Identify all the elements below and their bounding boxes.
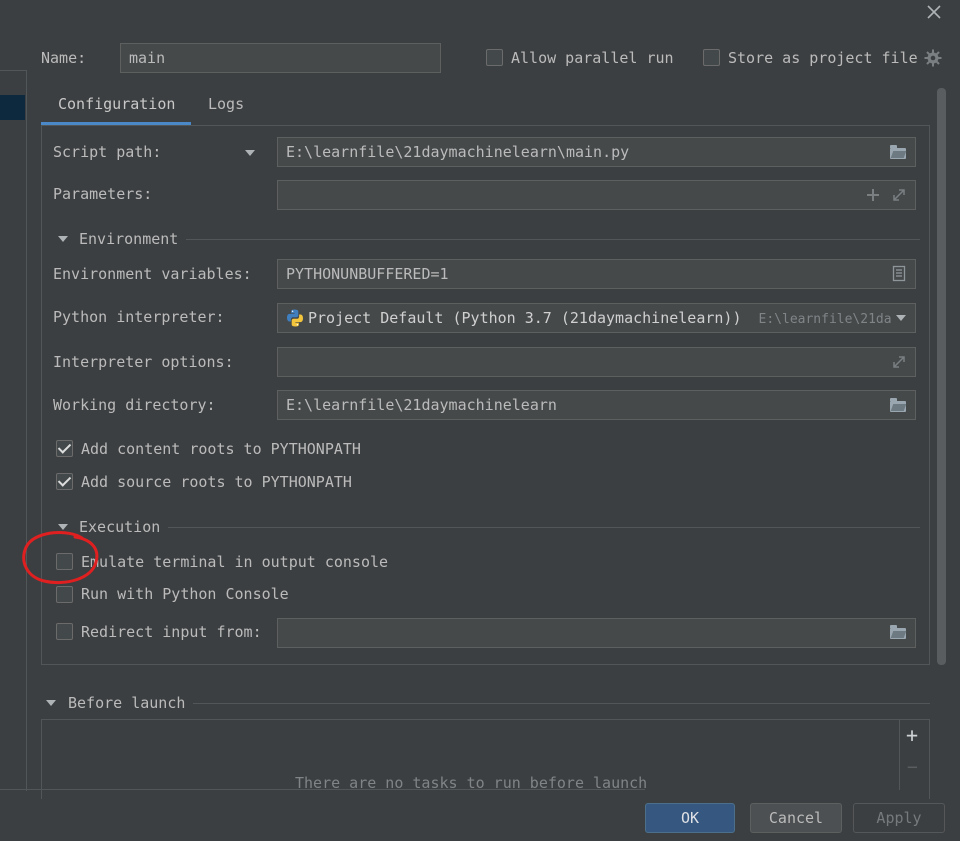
interpreter-path: E:\learnfile\21da bbox=[758, 312, 892, 327]
parameters-field[interactable] bbox=[277, 180, 916, 210]
script-path-label: Script path: bbox=[53, 143, 162, 161]
annotation-circle bbox=[20, 528, 102, 586]
store-project-label: Store as project file bbox=[728, 49, 918, 67]
parameters-label: Parameters: bbox=[53, 185, 153, 203]
env-vars-label: Environment variables: bbox=[53, 265, 252, 283]
close-icon[interactable] bbox=[924, 2, 944, 22]
before-launch-collapse-icon[interactable] bbox=[46, 700, 56, 706]
cancel-button[interactable]: Cancel bbox=[750, 803, 842, 833]
store-project-checkbox[interactable] bbox=[703, 49, 720, 66]
left-sidebar-selected-item[interactable] bbox=[0, 95, 25, 120]
interp-options-label: Interpreter options: bbox=[53, 353, 234, 371]
browse-folder-icon[interactable] bbox=[890, 145, 906, 159]
add-source-roots-label: Add source roots to PYTHONPATH bbox=[81, 473, 352, 491]
before-launch-add-button[interactable]: + bbox=[906, 725, 918, 745]
interp-options-field[interactable] bbox=[277, 347, 916, 377]
working-dir-field[interactable]: E:\learnfile\21daymachinelearn bbox=[277, 390, 916, 420]
left-sidebar-edge bbox=[0, 70, 27, 791]
redirect-input-checkbox[interactable] bbox=[56, 623, 73, 640]
env-vars-field[interactable]: PYTHONUNBUFFERED=1 bbox=[277, 259, 916, 289]
interpreter-label: Python interpreter: bbox=[53, 308, 225, 326]
environment-section-title: Environment bbox=[79, 230, 179, 248]
interpreter-select[interactable]: Project Default (Python 3.7 (21daymachin… bbox=[277, 303, 916, 333]
redirect-input-label: Redirect input from: bbox=[81, 623, 262, 641]
name-input[interactable] bbox=[120, 43, 441, 73]
python-icon bbox=[285, 308, 305, 328]
tab-logs[interactable]: Logs bbox=[208, 94, 244, 114]
before-launch-empty-text: There are no tasks to run before launch bbox=[295, 774, 648, 792]
ok-button[interactable]: OK bbox=[645, 803, 735, 833]
script-path-field[interactable]: E:\learnfile\21daymachinelearn\main.py bbox=[277, 137, 916, 167]
gear-icon[interactable] bbox=[924, 49, 942, 67]
browse-folder-icon-redirect[interactable] bbox=[890, 625, 906, 639]
interpreter-value: Project Default (Python 3.7 (21daymachin… bbox=[308, 309, 742, 327]
document-icon[interactable] bbox=[891, 265, 907, 282]
allow-parallel-checkbox[interactable] bbox=[486, 49, 503, 66]
footer-divider bbox=[0, 789, 645, 790]
expand-icon-options[interactable] bbox=[891, 354, 907, 370]
redirect-input-field[interactable] bbox=[277, 618, 916, 648]
before-launch-divider bbox=[193, 703, 930, 704]
environment-collapse-icon[interactable] bbox=[58, 236, 68, 242]
run-with-console-checkbox[interactable] bbox=[56, 586, 73, 603]
apply-button[interactable]: Apply bbox=[853, 803, 945, 833]
tab-configuration[interactable]: Configuration bbox=[58, 94, 175, 114]
environment-divider bbox=[186, 239, 920, 240]
before-launch-section-title: Before launch bbox=[68, 694, 186, 712]
add-content-roots-label: Add content roots to PYTHONPATH bbox=[81, 440, 361, 458]
add-content-roots-checkbox[interactable] bbox=[56, 440, 73, 457]
allow-parallel-label: Allow parallel run bbox=[511, 49, 674, 67]
scrollbar-thumb[interactable] bbox=[937, 88, 946, 665]
emulate-terminal-label: Emulate terminal in output console bbox=[81, 553, 389, 571]
before-launch-toolbar-divider bbox=[899, 720, 900, 790]
expand-icon[interactable] bbox=[891, 187, 907, 203]
script-type-dropdown-icon[interactable] bbox=[245, 150, 255, 156]
interpreter-dropdown-icon[interactable] bbox=[896, 315, 906, 321]
execution-divider bbox=[168, 527, 920, 528]
name-label: Name: bbox=[41, 49, 87, 67]
plus-icon[interactable] bbox=[865, 187, 881, 203]
browse-folder-icon-workdir[interactable] bbox=[890, 398, 906, 412]
add-source-roots-checkbox[interactable] bbox=[56, 473, 73, 490]
before-launch-remove-button[interactable]: − bbox=[907, 758, 918, 778]
run-with-console-label: Run with Python Console bbox=[81, 585, 289, 603]
working-dir-label: Working directory: bbox=[53, 396, 216, 414]
